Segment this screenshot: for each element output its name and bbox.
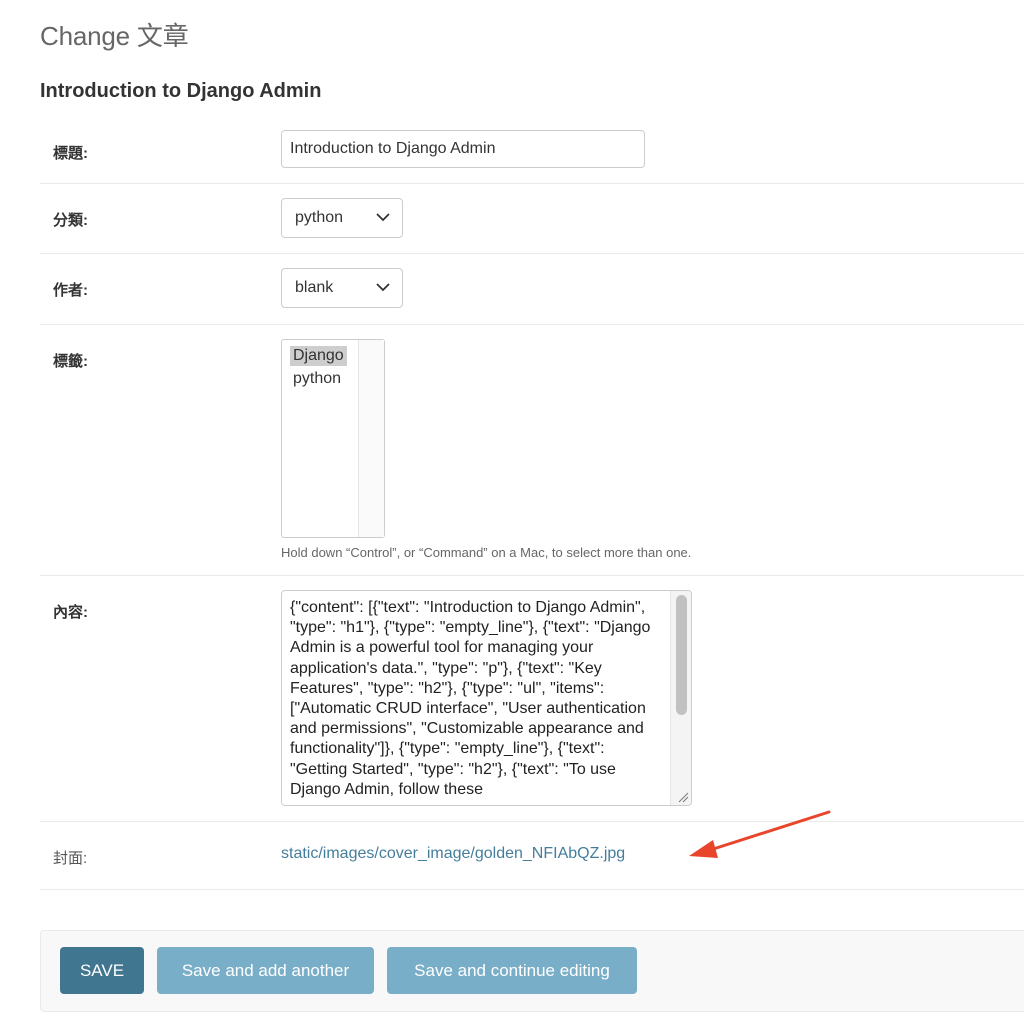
- category-selected-value: python: [295, 209, 344, 226]
- tag-option-python[interactable]: python: [290, 369, 344, 389]
- resize-grip-icon[interactable]: [677, 791, 689, 803]
- author-selected-value: blank: [295, 279, 334, 296]
- cover-row: 封面: static/images/cover_image/golden_NFI…: [40, 822, 1024, 890]
- category-select[interactable]: python: [281, 198, 403, 238]
- title-label: 標題:: [53, 145, 88, 162]
- cover-image-link[interactable]: static/images/cover_image/golden_NFIAbQZ…: [281, 845, 625, 863]
- author-row: 作者: blank: [40, 254, 1024, 325]
- chevron-down-icon: [376, 213, 390, 222]
- page-title: Change 文章: [40, 21, 189, 51]
- author-select[interactable]: blank: [281, 268, 403, 308]
- content-scrollbar[interactable]: [670, 591, 691, 805]
- red-arrow-icon: [689, 810, 831, 858]
- tags-label: 標籤:: [53, 353, 88, 370]
- submit-row: SAVE Save and add another Save and conti…: [40, 930, 1024, 1012]
- content-scrollbar-thumb[interactable]: [676, 595, 687, 715]
- content-row: 內容: {"content": [{"text": "Introduction …: [40, 576, 1024, 822]
- title-input[interactable]: [281, 130, 645, 168]
- chevron-down-icon: [376, 283, 390, 292]
- cover-label: 封面:: [53, 850, 88, 867]
- author-label: 作者:: [53, 282, 88, 299]
- save-button[interactable]: SAVE: [60, 947, 144, 994]
- change-form-page: Change 文章 Introduction to Django Admin 標…: [0, 0, 1024, 1027]
- content-text: {"content": [{"text": "Introduction to D…: [290, 599, 651, 798]
- category-label: 分類:: [53, 212, 88, 229]
- content-textarea[interactable]: {"content": [{"text": "Introduction to D…: [281, 590, 692, 806]
- tag-option-django[interactable]: Django: [290, 346, 347, 366]
- category-row: 分類: python: [40, 184, 1024, 254]
- tags-row: 標籤: Django python Hold down “Control”, o…: [40, 325, 1024, 576]
- save-and-add-another-button[interactable]: Save and add another: [157, 947, 374, 994]
- content-label: 內容:: [53, 604, 88, 621]
- object-title: Introduction to Django Admin: [40, 80, 322, 102]
- tags-scrollbar[interactable]: [358, 340, 384, 537]
- tags-multiselect[interactable]: Django python: [281, 339, 385, 538]
- title-row: 標題:: [40, 120, 1024, 184]
- tags-help-text: Hold down “Control”, or “Command” on a M…: [281, 545, 692, 560]
- save-and-continue-button[interactable]: Save and continue editing: [387, 947, 637, 994]
